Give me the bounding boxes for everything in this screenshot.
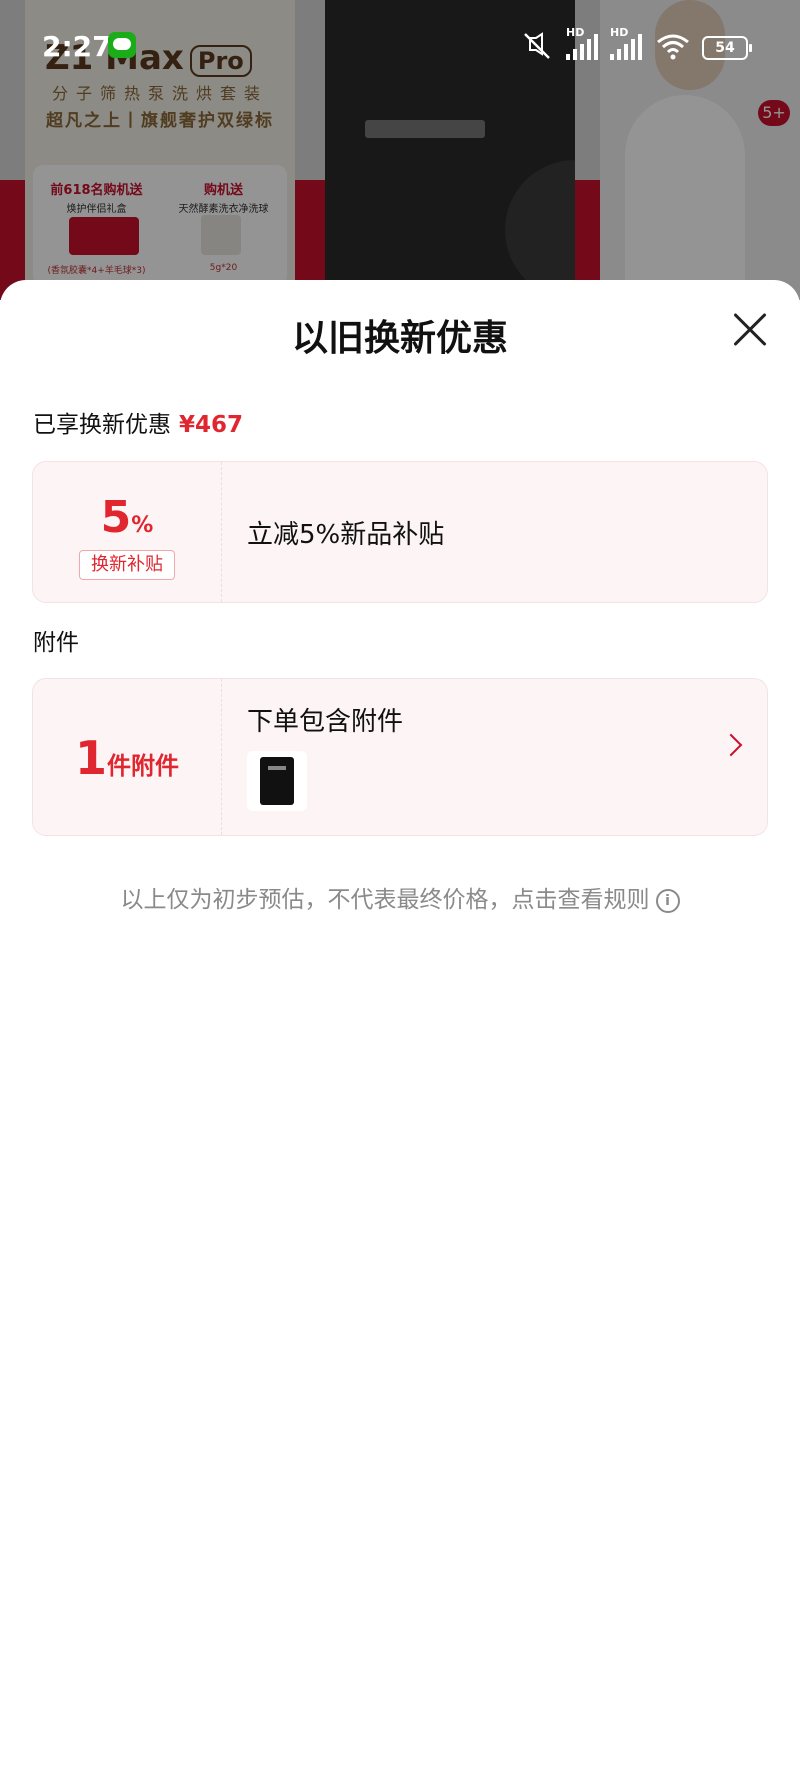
signal-icon: HD (566, 26, 598, 60)
subsidy-badge: 5% 换新补贴 (33, 462, 222, 602)
accessory-thumbnail[interactable] (247, 751, 307, 811)
accessory-card[interactable]: 1件附件 下单包含附件 (32, 678, 768, 836)
close-icon[interactable] (730, 310, 770, 350)
subsidy-card: 5% 换新补贴 立减5%新品补贴 (32, 461, 768, 603)
accessory-count: 1 (74, 731, 107, 785)
enjoyed-amount: ¥467 (179, 412, 244, 438)
signal-icon: HD (610, 26, 642, 60)
wifi-icon (656, 32, 690, 60)
subsidy-description: 立减5%新品补贴 (247, 520, 445, 550)
accessory-description: 下单包含附件 (247, 707, 404, 737)
enjoyed-discount: 已享换新优惠 ¥467 (33, 405, 243, 439)
chevron-right-icon[interactable] (719, 733, 743, 757)
info-icon[interactable]: i (655, 888, 680, 913)
wechat-icon (108, 32, 136, 58)
enjoyed-label: 已享换新优惠 (33, 412, 171, 438)
trade-in-sheet: 以旧换新优惠 已享换新优惠 ¥467 5% 换新补贴 立减5%新品补贴 附件 1件… (0, 280, 800, 1777)
subsidy-tag: 换新补贴 (79, 550, 175, 580)
status-time: 2:27 (42, 30, 112, 63)
status-bar: 2:27 HD HD 54 (0, 0, 800, 96)
sheet-title: 以旧换新优惠 (291, 318, 508, 359)
rules-note[interactable]: 以上仅为初步预估，不代表最终价格，点击查看规则 i (0, 880, 800, 914)
battery-icon: 54 (702, 36, 752, 60)
subsidy-percent: 5 (100, 492, 132, 543)
accessory-badge: 1件附件 (33, 679, 222, 835)
accessory-unit: 件附件 (107, 752, 179, 780)
mute-icon (522, 32, 552, 60)
accessories-heading: 附件 (33, 630, 79, 656)
